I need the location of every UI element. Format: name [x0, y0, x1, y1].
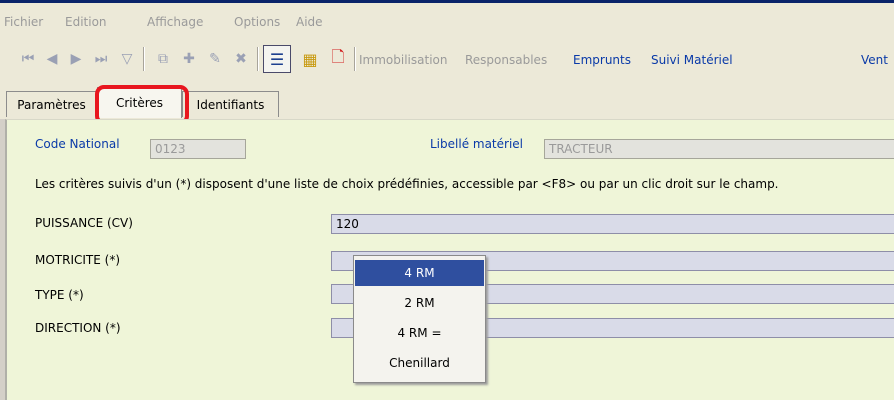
- tab-identifiants[interactable]: Identifiants: [182, 91, 279, 117]
- delete-icon[interactable]: ✖: [232, 49, 250, 69]
- type-label: TYPE (*): [35, 288, 84, 302]
- direction-label: DIRECTION (*): [35, 321, 121, 335]
- puissance-label: PUISSANCE (CV): [35, 216, 133, 230]
- libelle-materiel-field[interactable]: TRACTEUR: [544, 139, 894, 159]
- document-view-icon[interactable]: ☰: [263, 45, 291, 73]
- toolbar-link-immobilisation[interactable]: Immobilisation: [359, 53, 447, 67]
- last-record-icon[interactable]: ⏭: [92, 49, 110, 69]
- toolbar-link-suivi-materiel[interactable]: Suivi Matériel: [651, 53, 733, 67]
- add-icon[interactable]: ✚: [180, 49, 198, 69]
- toolbar-separator: [257, 47, 259, 71]
- new-document-icon[interactable]: 🗋: [328, 47, 348, 69]
- toolbar-separator: [143, 47, 145, 71]
- criteria-info-text: Les critères suivis d'un (*) disposent d…: [35, 177, 779, 191]
- next-record-icon[interactable]: ▶: [68, 49, 84, 69]
- menu-affichage[interactable]: Affichage: [147, 15, 203, 29]
- copy-icon[interactable]: ⧉: [154, 49, 172, 69]
- choice-chenillard[interactable]: Chenillard: [355, 350, 484, 376]
- choice-4rm-equal[interactable]: 4 RM =: [355, 320, 484, 346]
- menu-options[interactable]: Options: [234, 15, 280, 29]
- menu-edition[interactable]: Edition: [65, 15, 107, 29]
- libelle-materiel-label: Libellé matériel: [430, 137, 523, 151]
- choice-2rm[interactable]: 2 RM: [355, 290, 484, 316]
- code-national-label: Code National: [35, 137, 120, 151]
- tab-parametres-label: Paramètres: [17, 97, 86, 112]
- menu-bar: Fichier Edition Affichage Options Aide: [0, 3, 894, 37]
- motricite-label: MOTRICITE (*): [35, 253, 121, 267]
- toolbar: ⏮ ◀ ▶ ⏭ ▽ ⧉ ✚ ✎ ✖ ☰ ▦ 🗋 Immobilisation R…: [0, 37, 894, 84]
- filter-icon[interactable]: ▽: [118, 49, 136, 69]
- choice-4rm[interactable]: 4 RM: [355, 260, 484, 286]
- edit-pen-icon[interactable]: ✎: [206, 49, 224, 69]
- puissance-input[interactable]: 120: [331, 214, 894, 234]
- menu-aide[interactable]: Aide: [296, 15, 323, 29]
- toolbar-link-vent[interactable]: Vent: [861, 53, 888, 67]
- first-record-icon[interactable]: ⏮: [20, 49, 36, 69]
- code-national-field[interactable]: 0123: [150, 139, 246, 159]
- previous-record-icon[interactable]: ◀: [44, 49, 60, 69]
- motricite-choice-list: 4 RM 2 RM 4 RM = Chenillard: [353, 255, 486, 383]
- tab-identifiants-label: Identifiants: [196, 97, 265, 112]
- toolbar-link-emprunts[interactable]: Emprunts: [573, 53, 631, 67]
- toolbar-link-responsables[interactable]: Responsables: [465, 53, 547, 67]
- tab-parametres[interactable]: Paramètres: [6, 91, 97, 117]
- menu-fichier[interactable]: Fichier: [4, 15, 43, 29]
- report-icon[interactable]: ▦: [300, 49, 320, 69]
- toolbar-separator: [354, 47, 356, 71]
